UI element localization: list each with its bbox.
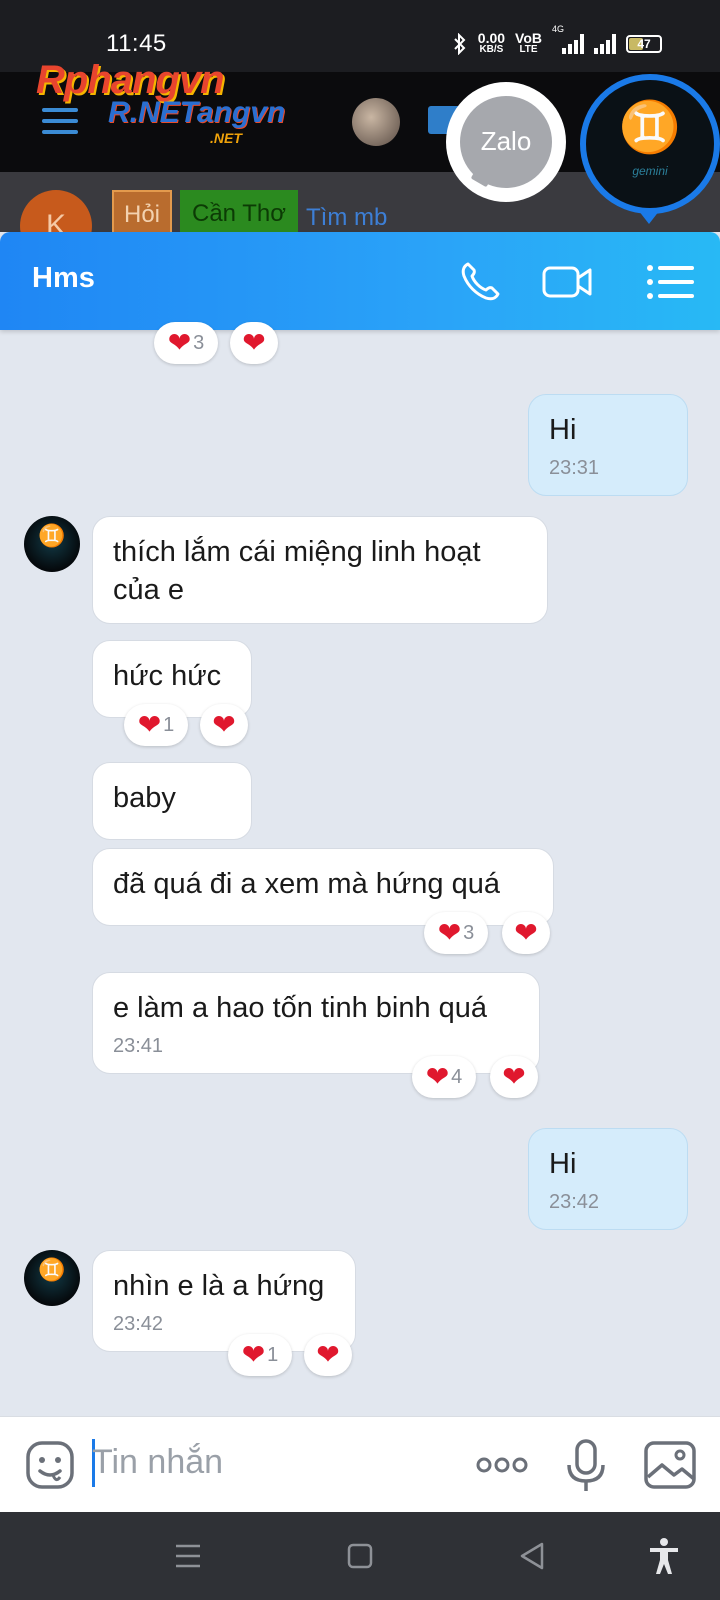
reaction-count: 1 xyxy=(267,1343,279,1366)
zalo-label: Zalo xyxy=(460,96,552,188)
battery-level: 47 xyxy=(637,37,651,51)
message-time: 23:42 xyxy=(549,1191,600,1213)
network-speed-value: 0.00 xyxy=(477,30,506,46)
message-bubble-outgoing[interactable]: Hi 23:42 xyxy=(528,1128,688,1230)
react-button[interactable]: ❤ xyxy=(490,1056,538,1098)
react-button[interactable]: ❤ xyxy=(200,704,248,746)
back-triangle-icon[interactable] xyxy=(510,1534,554,1578)
gemini-icon: ♊ xyxy=(38,524,66,549)
contact-avatar[interactable]: ♊ xyxy=(24,1250,80,1306)
thread-title[interactable]: Tìm mb xyxy=(306,204,387,232)
heart-icon: ❤ xyxy=(167,326,192,359)
forum-logo-domain: .NET xyxy=(210,130,242,146)
message-bubble-outgoing[interactable]: Hi 23:31 xyxy=(528,394,688,496)
emoji-icon[interactable] xyxy=(20,1435,80,1495)
message-bubble-incoming[interactable]: baby xyxy=(92,762,252,840)
accessibility-icon[interactable] xyxy=(642,1534,686,1578)
signal-bars-sim1 xyxy=(562,34,584,54)
heart-icon: ❤ xyxy=(212,708,236,741)
heart-icon: ❤ xyxy=(137,708,162,741)
phone-icon[interactable] xyxy=(452,254,508,310)
message-time: 23:42 xyxy=(113,1313,164,1335)
forum-user-avatar[interactable] xyxy=(352,98,400,146)
image-icon[interactable] xyxy=(640,1435,700,1495)
contact-avatar[interactable]: ♊ xyxy=(24,516,80,572)
message-text: hức hức xyxy=(113,660,222,692)
list-menu-icon[interactable] xyxy=(644,254,700,310)
heart-icon: ❤ xyxy=(502,1060,526,1093)
bluetooth-icon xyxy=(454,33,466,55)
reaction-summary[interactable]: ❤ 3 xyxy=(424,912,488,954)
message-time: 23:31 xyxy=(549,457,600,479)
status-time: 11:45 xyxy=(106,30,167,57)
network-speed-unit: KB/S xyxy=(479,44,504,55)
network-speed: 0.00 KB/S xyxy=(477,30,506,56)
react-button[interactable]: ❤ xyxy=(304,1334,352,1376)
message-text: baby xyxy=(113,782,176,814)
message-bubble-incoming[interactable]: e làm a hao tốn tinh binh quá 23:41 xyxy=(92,972,540,1074)
status-icons: 0.00 KB/S VoB LTE 4G 47 xyxy=(452,24,662,56)
reaction-summary[interactable]: ❤ 1 xyxy=(124,704,188,746)
zalo-chat-head[interactable]: Zalo xyxy=(446,82,566,202)
message-text: nhìn e là a hứng xyxy=(113,1270,325,1302)
volte-bottom: LTE xyxy=(519,44,538,55)
reaction-count: 1 xyxy=(163,713,175,736)
microphone-icon[interactable] xyxy=(556,1435,616,1495)
contact-name[interactable]: Hms xyxy=(32,262,95,295)
forum-menu-icon[interactable] xyxy=(42,108,78,141)
signal-bars-sim2 xyxy=(594,34,616,54)
heart-icon: ❤ xyxy=(514,916,538,949)
system-nav-bar xyxy=(0,1512,720,1600)
heart-icon: ❤ xyxy=(437,916,462,949)
more-icon[interactable] xyxy=(472,1435,532,1495)
message-text: đã quá đi a xem mà hứng quá xyxy=(113,868,500,900)
message-text: Hi xyxy=(549,414,577,446)
message-text: Hi xyxy=(549,1148,577,1180)
forum-logo-secondary: R.NETangvn xyxy=(108,96,286,129)
message-text: e làm a hao tốn tinh binh quá xyxy=(113,992,488,1024)
heart-icon: ❤ xyxy=(425,1060,450,1093)
gemini-label: gemini xyxy=(632,164,668,178)
network-type: 4G xyxy=(552,24,565,34)
reaction-summary[interactable]: ❤ 3 xyxy=(154,322,218,364)
message-bubble-incoming[interactable]: đã quá đi a xem mà hứng quá xyxy=(92,848,554,926)
message-bubble-incoming[interactable]: thích lắm cái miệng linh hoạt của e xyxy=(92,516,548,624)
reaction-count: 3 xyxy=(463,921,475,944)
message-input-bar: Tin nhắn xyxy=(0,1416,720,1512)
message-time: 23:41 xyxy=(113,1035,164,1057)
react-button[interactable]: ❤ xyxy=(230,322,278,364)
menu-icon[interactable] xyxy=(166,1534,210,1578)
volte-indicator: VoB LTE xyxy=(515,30,542,56)
reaction-summary[interactable]: ❤ 4 xyxy=(412,1056,476,1098)
volte-top: VoB xyxy=(515,30,542,46)
chat-header: Hms xyxy=(0,232,720,330)
home-square-icon[interactable] xyxy=(338,1534,382,1578)
gemini-icon: ♊ xyxy=(38,1258,66,1283)
signal-4g-icon: 4G xyxy=(552,24,584,54)
heart-icon: ❤ xyxy=(242,326,266,359)
screen: 11:45 0.00 KB/S VoB LTE 4G 47 Rphangvn R… xyxy=(0,0,720,1600)
reaction-count: 3 xyxy=(193,331,205,354)
video-call-icon[interactable] xyxy=(540,254,596,310)
reaction-count: 4 xyxy=(451,1065,463,1088)
heart-icon: ❤ xyxy=(241,1338,266,1371)
message-text: thích lắm cái miệng linh hoạt của e xyxy=(113,536,481,606)
heart-icon: ❤ xyxy=(316,1338,340,1371)
contact-chat-head[interactable]: ♊ gemini xyxy=(580,74,720,214)
battery-icon: 47 xyxy=(626,35,662,53)
message-input[interactable]: Tin nhắn xyxy=(92,1443,223,1482)
react-button[interactable]: ❤ xyxy=(502,912,550,954)
reaction-summary[interactable]: ❤ 1 xyxy=(228,1334,292,1376)
gemini-icon: ♊ xyxy=(618,98,682,156)
